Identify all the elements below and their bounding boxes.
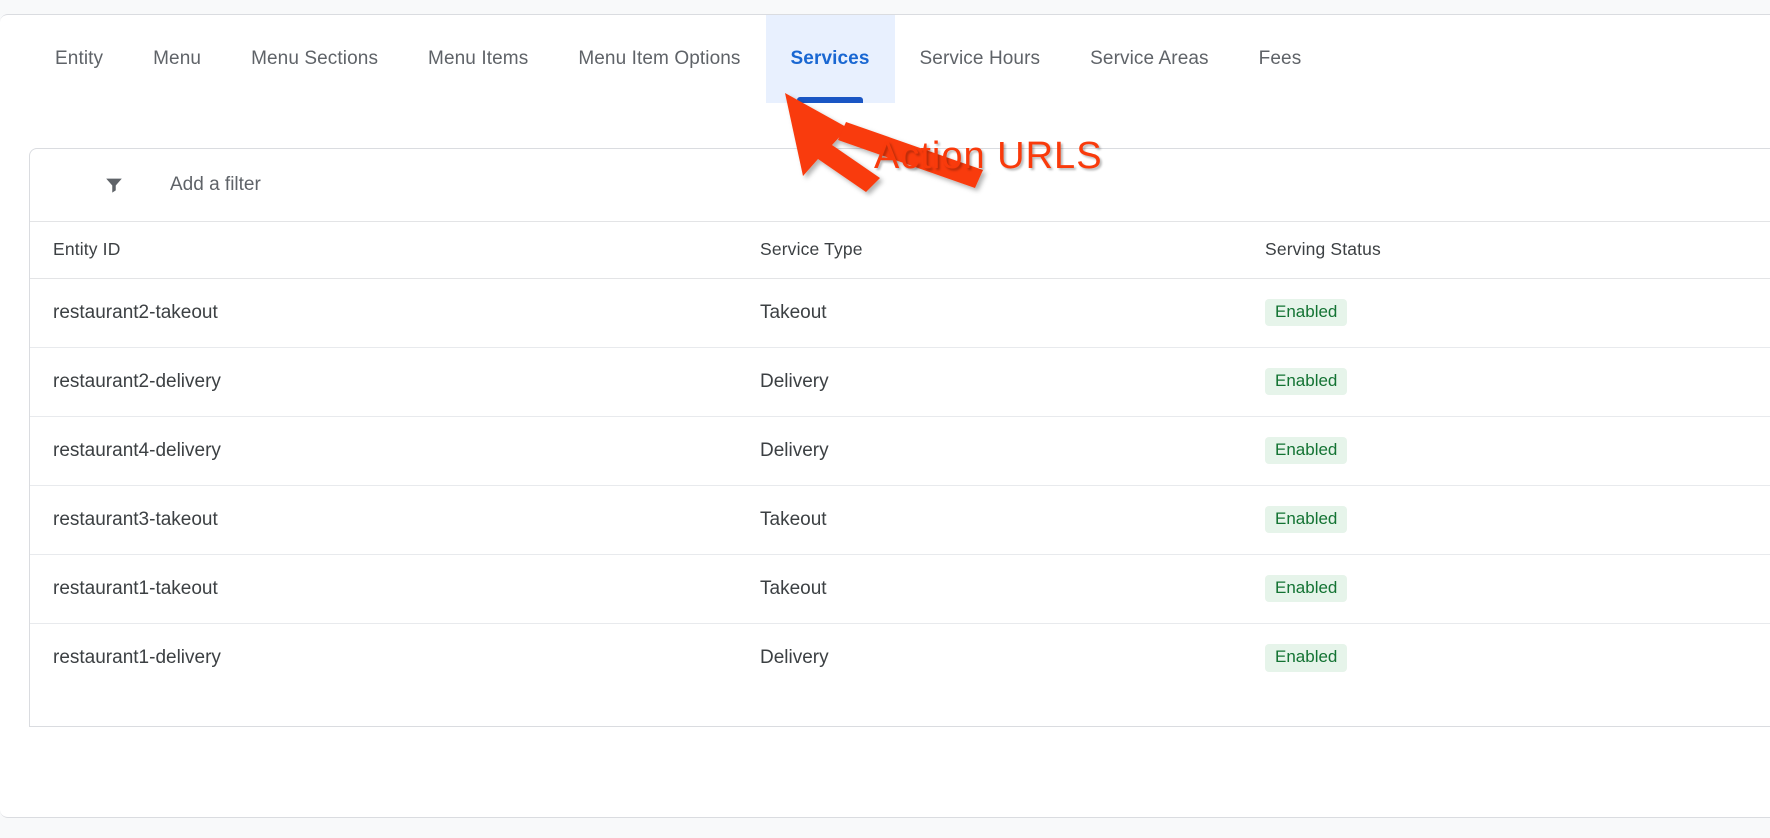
column-header-serving-status[interactable]: Serving Status [1265,222,1770,279]
column-header-entity-id[interactable]: Entity ID [30,222,760,279]
status-badge: Enabled [1265,367,1348,396]
filter-funnel-icon[interactable] [103,174,125,196]
table-row[interactable]: restaurant1-delivery Delivery Enabled [30,623,1770,692]
cell-entity-id: restaurant2-takeout [30,278,760,348]
cell-entity-id: restaurant1-delivery [53,646,221,668]
cell-serving-status: Enabled [1265,485,1770,555]
tab-label: Services [790,48,870,69]
table-body: restaurant2-takeout Takeout Enabled rest… [30,278,1770,692]
table-row[interactable]: restaurant2-delivery Delivery Enabled [30,347,1770,417]
filter-bar[interactable] [30,149,1770,222]
tab-label: Entity [55,48,104,69]
column-header-service-type[interactable]: Service Type [760,222,1265,279]
cell-service-type: Delivery [760,347,1265,417]
cell-service-type: Takeout [760,278,1265,348]
tab-label: Service Hours [919,48,1041,69]
tab-services[interactable]: Services [765,15,895,103]
cell-serving-status: Enabled [1265,347,1770,417]
status-badge: Enabled [1265,436,1348,465]
table-row[interactable]: restaurant1-takeout Takeout Enabled [30,554,1770,624]
services-table: Entity ID Service Type Serving Status re… [30,222,1770,692]
tab-menu-item-options[interactable]: Menu Item Options [553,15,765,103]
cell-serving-status: Enabled [1265,623,1770,692]
services-table-card: Entity ID Service Type Serving Status re… [29,148,1770,727]
tab-label: Menu Sections [251,48,379,69]
tab-fees[interactable]: Fees [1234,15,1327,103]
page-card: Entity Menu Menu Sections Menu Items Men… [0,14,1770,818]
cell-service-type: Takeout [760,485,1265,555]
cell-service-type: Takeout [760,554,1265,624]
status-badge: Enabled [1265,505,1348,534]
tab-label: Menu Item Options [578,48,741,69]
cell-entity-id: restaurant2-delivery [30,347,760,417]
cell-serving-status: Enabled [1265,278,1770,348]
tab-label: Fees [1258,48,1302,69]
cell-serving-status: Enabled [1265,554,1770,624]
tab-menu-sections[interactable]: Menu Sections [226,15,403,103]
tab-service-areas[interactable]: Service Areas [1065,15,1234,103]
cell-entity-id: restaurant4-delivery [30,416,760,486]
tab-label: Menu [153,48,202,69]
filter-input[interactable] [170,170,710,200]
cell-entity-id: restaurant1-takeout [30,554,760,624]
cell-entity-id: restaurant3-takeout [30,485,760,555]
cell-service-type: Delivery [760,646,829,668]
table-row[interactable]: restaurant4-delivery Delivery Enabled [30,416,1770,486]
tab-label: Menu Items [428,48,529,69]
cell-serving-status: Enabled [1265,416,1770,486]
table-header-row: Entity ID Service Type Serving Status [30,222,1770,279]
tab-menu-items[interactable]: Menu Items [403,15,553,103]
status-badge: Enabled [1265,298,1348,327]
tab-menu[interactable]: Menu [128,15,226,103]
tab-label: Service Areas [1090,48,1209,69]
status-badge: Enabled [1265,574,1348,603]
table-header: Entity ID Service Type Serving Status [30,222,1770,279]
status-badge: Enabled [1265,643,1348,672]
tab-bar: Entity Menu Menu Sections Menu Items Men… [0,15,1770,103]
table-row[interactable]: restaurant2-takeout Takeout Enabled [30,278,1770,348]
table-row[interactable]: restaurant3-takeout Takeout Enabled [30,485,1770,555]
tab-entity[interactable]: Entity [30,15,128,103]
tab-service-hours[interactable]: Service Hours [895,15,1066,103]
cell-service-type: Delivery [760,416,1265,486]
